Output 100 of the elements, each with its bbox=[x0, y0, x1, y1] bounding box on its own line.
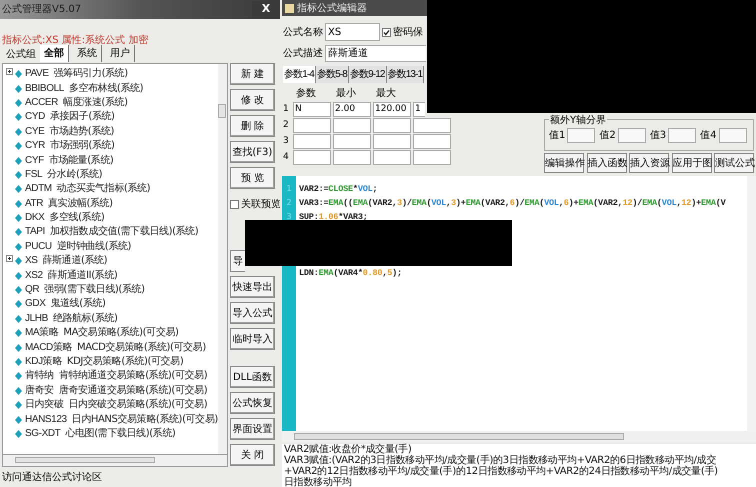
action-button[interactable]: 查找(F3) bbox=[230, 141, 275, 163]
param-tab[interactable]: 参数13-1 bbox=[386, 66, 424, 83]
line-number: 1 bbox=[285, 183, 293, 195]
tree-item[interactable]: XS2 薛斯通道II(系统) bbox=[15, 268, 118, 283]
action-button[interactable]: 导入公式 bbox=[230, 302, 275, 324]
code-line: VAR2:=CLOSE*VOL; bbox=[298, 182, 378, 196]
param-input[interactable] bbox=[413, 118, 451, 133]
column-header: 最小 bbox=[335, 86, 357, 101]
tree-item[interactable]: XS 薛斯通道(系统) bbox=[15, 254, 108, 268]
line-number: 3 bbox=[285, 211, 293, 223]
action-button[interactable]: 插入资源 bbox=[629, 153, 669, 173]
tree-item[interactable]: CYE 市场趋势(系统) bbox=[15, 124, 114, 139]
param-input[interactable] bbox=[293, 134, 331, 149]
tree-item[interactable]: 唐奇安 唐奇安通道交易策略(系统)(可交易) bbox=[15, 384, 208, 398]
value-input[interactable] bbox=[718, 128, 746, 143]
param-tab[interactable]: 参数5-8 bbox=[316, 66, 349, 83]
row-number: 1 bbox=[283, 102, 290, 116]
expand-icon[interactable] bbox=[6, 255, 13, 262]
tree-item[interactable]: TAPI 加权指数成交值(需下载日线)(系统) bbox=[15, 225, 198, 240]
code-line: LDN:EMA(VAR4*0.80,5); bbox=[298, 266, 402, 280]
action-button[interactable]: 测试公式 bbox=[714, 153, 754, 173]
action-button[interactable]: 公式恢复 bbox=[230, 392, 275, 414]
tree-item[interactable]: CYR 市场强弱(系统) bbox=[15, 138, 115, 154]
action-button[interactable]: 修 改 bbox=[230, 89, 275, 111]
param-tab[interactable]: 参数9-12 bbox=[348, 66, 387, 83]
param-input[interactable]: 120.00 bbox=[373, 102, 411, 117]
row-number: 3 bbox=[283, 134, 290, 148]
tree-item[interactable]: CYD 承接因子(系统) bbox=[15, 110, 115, 125]
action-button[interactable]: 导 bbox=[230, 250, 245, 272]
value-label: 值2 bbox=[599, 129, 616, 143]
action-button[interactable]: 关 闭 bbox=[230, 444, 275, 466]
name-field[interactable]: XS bbox=[325, 23, 380, 41]
tree-item[interactable]: KDJ策略 KDJ交易策略(系统)(可交易) bbox=[15, 354, 184, 370]
column-header: 参数 bbox=[295, 86, 317, 101]
param-input[interactable]: 2.00 bbox=[333, 102, 371, 117]
param-input[interactable] bbox=[373, 150, 411, 165]
window-title: 公式管理器V5.07 bbox=[2, 2, 82, 17]
param-input[interactable] bbox=[413, 150, 451, 165]
param-input[interactable] bbox=[293, 150, 331, 165]
password-checkbox[interactable] bbox=[382, 28, 391, 36]
preview-checkbox[interactable] bbox=[230, 200, 239, 209]
code-line: VAR3:=EMA((EMA(VAR2,3)/EMA(VOL,3)+EMA(VAR2,6)/EMA(VOL,6)+EMA(VAR2,12)/EMA(VOL,12)+EMA(V bbox=[298, 196, 726, 210]
forum-link[interactable]: 访问通达信公式讨论区 bbox=[2, 470, 102, 484]
param-input[interactable] bbox=[333, 150, 371, 165]
tree-item[interactable]: ATR 真实波幅(系统) bbox=[15, 196, 113, 211]
code-editor[interactable]: 1 VAR2:=CLOSE*VOL; 2 VAR3:=EMA((EMA(VAR2,3)/EMA(VOL,3)+EMA(VAR2,6)/EMA(VOL,6)+EMA(VAR2,12)/EMA(VOL,12)+EMA(V 3 SUP:1.06*VAR3; LDN:EMA(VAR4*0.80,5); bbox=[282, 176, 756, 431]
expand-icon[interactable] bbox=[6, 68, 13, 75]
tree-item[interactable]: JLHB 绝路航标(系统) bbox=[15, 312, 118, 326]
tree-item[interactable]: MA策略 MA交易策略(系统)(可交易) bbox=[15, 326, 178, 340]
tree-item[interactable]: BBIBOLL 多空布林线(系统) bbox=[15, 81, 144, 96]
description-line: VAR3赋值:(VAR2的3日指数移动平均/成交量(手)的3日指数移动平均+VAR2的6日指数移动平均/成交 bbox=[284, 455, 716, 466]
action-button[interactable]: 编辑操作 bbox=[544, 153, 584, 173]
tree-item[interactable]: PAVE 强筹码引力(系统) bbox=[15, 67, 128, 82]
formula-info: 指标公式:XS 属性:系统公式 加密 bbox=[2, 35, 148, 46]
tree-item[interactable]: GDX 鬼道线(系统) bbox=[15, 297, 106, 312]
action-button[interactable]: 插入函数 bbox=[586, 153, 626, 173]
param-tab[interactable]: 参数1-4 bbox=[283, 66, 316, 83]
param-input[interactable] bbox=[333, 134, 371, 149]
action-button[interactable]: 应用于图 bbox=[672, 153, 712, 173]
action-button[interactable]: 新 建 bbox=[230, 63, 275, 85]
tree-item[interactable]: ADTM 动态买卖气指标(系统) bbox=[15, 182, 150, 197]
tree-item[interactable]: 肯特纳 肯特纳通道交易策略(系统)(可交易) bbox=[15, 369, 208, 384]
action-button[interactable]: 界面设置 bbox=[230, 418, 275, 440]
value-input[interactable] bbox=[567, 128, 596, 143]
horizontal-scrollbar[interactable] bbox=[2, 455, 228, 467]
app-icon bbox=[285, 4, 294, 12]
param-input[interactable] bbox=[293, 118, 331, 133]
description-line: 日指数移动平均 bbox=[284, 477, 352, 487]
tree-item[interactable]: 日内突破 日内突破交易策略(系统)(可交易) bbox=[15, 398, 208, 412]
tree-item[interactable]: ACCER 幅度涨速(系统) bbox=[15, 96, 128, 110]
param-input[interactable]: 1 bbox=[413, 102, 425, 117]
action-button[interactable]: 临时导入 bbox=[230, 328, 275, 350]
group-label: 公式组 bbox=[6, 48, 36, 62]
tree-item[interactable]: FSL 分水岭(系统) bbox=[15, 168, 102, 182]
value-input[interactable] bbox=[618, 128, 646, 143]
description-line: +VAR2的12日指数移动平均/成交量(手)的12日指数移动平均+VAR2的24日指数移动平均/成交量(手) bbox=[284, 466, 718, 477]
tree-item[interactable]: CYF 市场能量(系统) bbox=[15, 153, 114, 168]
action-button[interactable]: DLL函数 bbox=[230, 366, 275, 388]
tree-item[interactable]: QR 强弱(需下载日线)(系统) bbox=[15, 282, 145, 298]
param-input[interactable] bbox=[413, 134, 451, 149]
group-title: 额外Y轴分界 bbox=[549, 115, 608, 126]
description-field[interactable]: 薛斯通道 bbox=[325, 44, 426, 62]
tree-item[interactable]: MACD策略 MACD交易策略(系统)(可交易) bbox=[15, 340, 206, 355]
category-tab[interactable]: 全部 bbox=[40, 45, 69, 62]
param-input[interactable] bbox=[373, 118, 411, 133]
action-button[interactable]: 快速导出 bbox=[230, 276, 275, 298]
tree-item[interactable]: HANS123 日内HANS交易策略(系统)(可交易) bbox=[15, 412, 218, 427]
tree-item[interactable]: SG-XDT 心电图(需下载日线)(系统) bbox=[15, 426, 176, 442]
value-label: 值1 bbox=[549, 129, 566, 143]
param-input[interactable]: N bbox=[293, 102, 331, 117]
value-input[interactable] bbox=[668, 128, 696, 143]
tree-item[interactable]: PUCU 逆时钟曲线(系统) bbox=[15, 240, 131, 254]
tree-item[interactable]: DKX 多空线(系统) bbox=[15, 210, 104, 226]
vertical-scrollbar[interactable] bbox=[218, 64, 227, 454]
param-input[interactable] bbox=[373, 134, 411, 149]
window-title: 指标公式编辑器 bbox=[297, 2, 367, 16]
param-input[interactable] bbox=[333, 118, 371, 133]
action-button[interactable]: 预 览 bbox=[230, 167, 275, 189]
horizontal-scrollbar[interactable] bbox=[282, 431, 756, 442]
action-button[interactable]: 删 除 bbox=[230, 115, 275, 137]
